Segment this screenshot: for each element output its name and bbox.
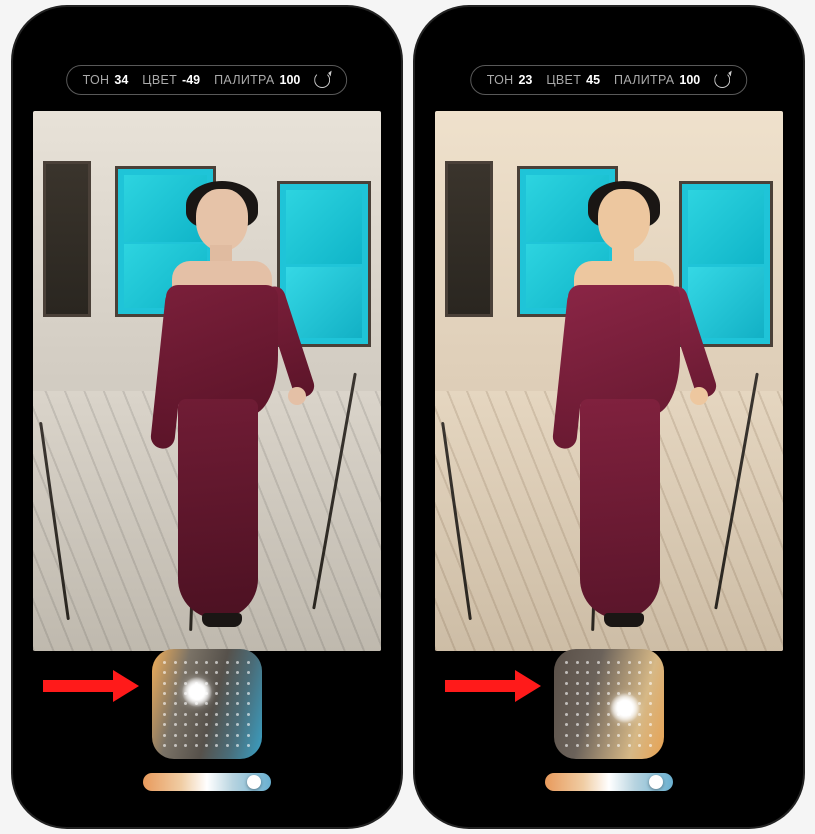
color-value: 45 bbox=[586, 73, 600, 87]
color-param[interactable]: ЦВЕТ -49 bbox=[142, 73, 200, 87]
style-cursor[interactable] bbox=[182, 677, 212, 707]
photo-subject bbox=[148, 189, 288, 629]
dynamic-island bbox=[554, 29, 664, 59]
palette-param[interactable]: ПАЛИТРА 100 bbox=[614, 73, 700, 87]
style-params-bar: ТОН 34 ЦВЕТ -49 ПАЛИТРА 100 bbox=[66, 65, 348, 95]
photo-subject bbox=[550, 189, 690, 629]
photo-preview[interactable] bbox=[33, 111, 381, 651]
color-value: -49 bbox=[182, 73, 200, 87]
tone-slider[interactable] bbox=[143, 773, 271, 791]
tone-value: 34 bbox=[114, 73, 128, 87]
tone-param[interactable]: ТОН 23 bbox=[487, 73, 533, 87]
color-param[interactable]: ЦВЕТ 45 bbox=[546, 73, 600, 87]
style-grid bbox=[562, 657, 656, 751]
phone-right: ТОН 23 ЦВЕТ 45 ПАЛИТРА 100 bbox=[415, 7, 803, 827]
tone-slider-knob[interactable] bbox=[247, 775, 261, 789]
tone-value: 23 bbox=[518, 73, 532, 87]
photographic-style-pad[interactable] bbox=[554, 649, 664, 759]
annotation-arrow bbox=[445, 671, 545, 701]
palette-label: ПАЛИТРА bbox=[214, 73, 274, 87]
dynamic-island bbox=[152, 29, 262, 59]
annotation-arrow bbox=[43, 671, 143, 701]
tone-slider-knob[interactable] bbox=[649, 775, 663, 789]
photographic-style-pad[interactable] bbox=[152, 649, 262, 759]
palette-value: 100 bbox=[279, 73, 300, 87]
tone-label: ТОН bbox=[83, 73, 110, 87]
palette-value: 100 bbox=[679, 73, 700, 87]
style-cursor[interactable] bbox=[610, 693, 640, 723]
palette-param[interactable]: ПАЛИТРА 100 bbox=[214, 73, 300, 87]
color-label: ЦВЕТ bbox=[142, 73, 177, 87]
palette-label: ПАЛИТРА bbox=[614, 73, 674, 87]
style-params-bar: ТОН 23 ЦВЕТ 45 ПАЛИТРА 100 bbox=[470, 65, 748, 95]
style-grid bbox=[160, 657, 254, 751]
tone-slider[interactable] bbox=[545, 773, 673, 791]
phone-left: ТОН 34 ЦВЕТ -49 ПАЛИТРА 100 bbox=[13, 7, 401, 827]
tone-label: ТОН bbox=[487, 73, 514, 87]
color-label: ЦВЕТ bbox=[546, 73, 581, 87]
reset-icon[interactable] bbox=[314, 72, 330, 88]
reset-icon[interactable] bbox=[714, 72, 730, 88]
tone-param[interactable]: ТОН 34 bbox=[83, 73, 129, 87]
photo-preview[interactable] bbox=[435, 111, 783, 651]
